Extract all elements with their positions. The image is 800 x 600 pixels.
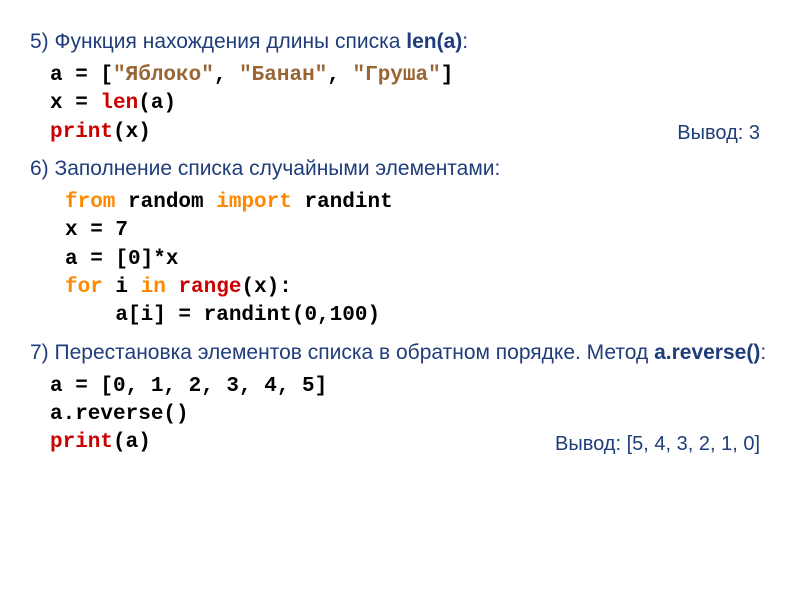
code-text: (x)	[113, 121, 151, 144]
section5-code: a = ["Яблоко", "Банан", "Груша"] x = len…	[50, 62, 770, 147]
code-text: ]	[441, 64, 454, 87]
code-string: "Яблоко"	[113, 64, 214, 87]
code-keyword: len	[100, 92, 138, 115]
code-string: "Банан"	[239, 64, 327, 87]
section7-heading-suffix: :	[760, 341, 766, 364]
code-keyword: from	[65, 191, 115, 214]
code-keyword: print	[50, 431, 113, 454]
code-text: ,	[214, 64, 239, 87]
section5-heading-bold: len(a)	[406, 30, 462, 53]
section6-heading: 6) Заполнение списка случайными элемента…	[30, 157, 770, 181]
code-string: "Груша"	[353, 64, 441, 87]
code-text: (a)	[138, 92, 176, 115]
section7-heading-prefix: 7) Перестановка элементов списка в обрат…	[30, 341, 654, 364]
section5-heading-suffix: :	[462, 30, 468, 53]
code-text: a.reverse()	[50, 403, 189, 426]
code-text: (a)	[113, 431, 151, 454]
code-text: i	[103, 276, 141, 299]
section5-heading-prefix: 5) Функция нахождения длины списка	[30, 30, 406, 53]
code-text: x =	[50, 92, 100, 115]
code-keyword: range	[178, 276, 241, 299]
section5-wrap: a = ["Яблоко", "Банан", "Груша"] x = len…	[30, 62, 770, 147]
code-text: a = [0, 1, 2, 3, 4, 5]	[50, 375, 327, 398]
section6-code: from random import randint x = 7 a = [0]…	[65, 189, 770, 331]
code-keyword: for	[65, 276, 103, 299]
section7-wrap: a = [0, 1, 2, 3, 4, 5] a.reverse() print…	[30, 373, 770, 458]
code-text	[166, 276, 179, 299]
code-text: x = 7	[65, 219, 128, 242]
section7-output: Вывод: [5, 4, 3, 2, 1, 0]	[555, 433, 760, 456]
code-keyword: print	[50, 121, 113, 144]
code-keyword: import	[216, 191, 292, 214]
code-text: (x):	[241, 276, 291, 299]
section5-heading: 5) Функция нахождения длины списка len(a…	[30, 30, 770, 54]
code-text: a = [0]*x	[65, 248, 178, 271]
code-text: randint	[292, 191, 393, 214]
code-keyword: in	[141, 276, 166, 299]
section7-heading: 7) Перестановка элементов списка в обрат…	[30, 341, 770, 365]
code-text: random	[115, 191, 216, 214]
code-text: a = [	[50, 64, 113, 87]
section5-output: Вывод: 3	[677, 122, 760, 145]
code-text: a[i] = randint(0,100)	[65, 304, 380, 327]
code-text: ,	[327, 64, 352, 87]
section7-heading-bold: a.reverse()	[654, 341, 760, 364]
